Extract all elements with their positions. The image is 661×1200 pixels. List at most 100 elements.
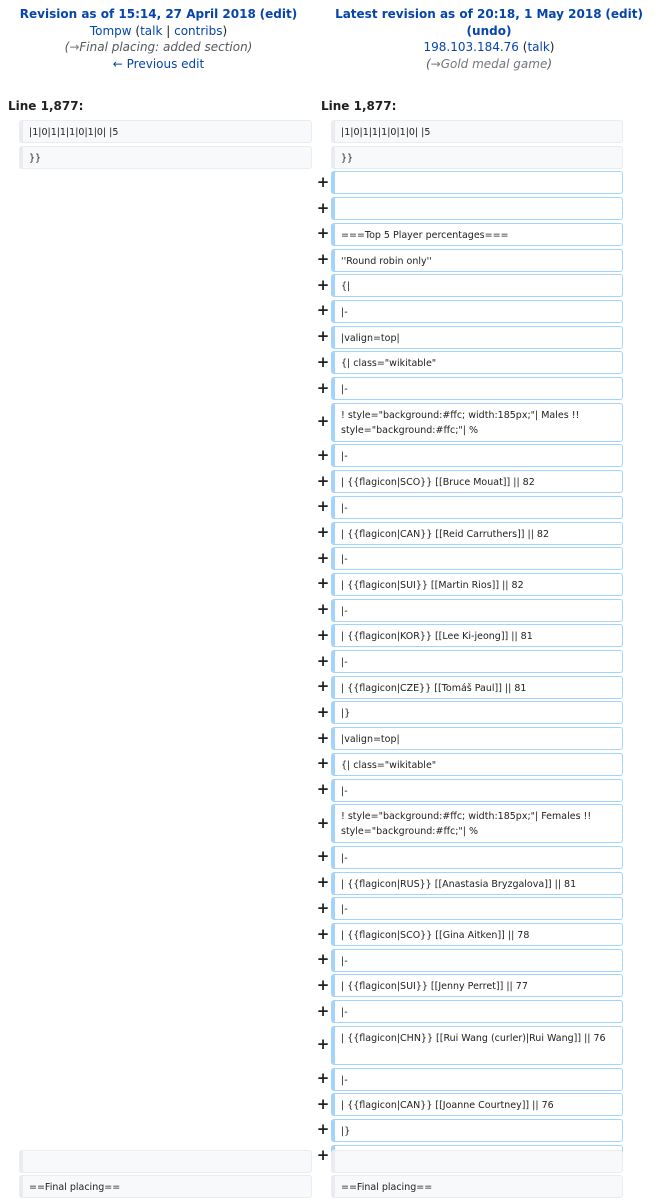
old-talk-link[interactable]: talk: [140, 24, 162, 38]
added-line-marker: +: [316, 1094, 330, 1113]
new-revision-header: Latest revision as of 20:18, 1 May 2018 …: [317, 0, 661, 90]
left-line-number: Line 1,877:: [8, 99, 84, 113]
added-line-marker: +: [316, 497, 330, 516]
old-user-link[interactable]: Tompw: [90, 24, 132, 38]
added-line-marker: +: [316, 924, 330, 943]
added-line-marker: +: [316, 1001, 330, 1020]
added-line-marker: +: [316, 471, 330, 490]
added-line-marker: +: [316, 172, 330, 191]
context-line-left: [19, 1150, 312, 1173]
added-line-marker: +: [316, 198, 330, 217]
context-line-left: ==Final placing==: [19, 1175, 312, 1198]
added-line: |-: [331, 495, 623, 519]
added-line: | {{flagicon|SUI}} [[Jenny Perret]] || 7…: [331, 974, 623, 998]
added-line: |valign=top|: [331, 727, 623, 751]
old-edit-summary: (→Final placing: added section): [64, 40, 253, 54]
added-line-marker: +: [316, 352, 330, 371]
added-line: |}: [331, 1118, 623, 1142]
added-line: |-: [331, 444, 623, 468]
added-line-marker: +: [316, 224, 330, 243]
old-summary-arrow-link[interactable]: →: [69, 40, 79, 54]
added-line-marker: +: [316, 702, 330, 721]
added-line-marker: +: [316, 754, 330, 773]
old-revision-title[interactable]: Revision as of 15:14, 27 April 2018: [20, 7, 256, 21]
added-line: {|: [331, 274, 623, 298]
added-line-marker: +: [316, 548, 330, 567]
added-line-marker: +: [316, 898, 330, 917]
added-line: | {{flagicon|SCO}} [[Gina Aitken]] || 78: [331, 923, 623, 946]
added-line-marker: +: [316, 250, 330, 268]
added-line-marker: +: [316, 600, 330, 619]
new-user-link[interactable]: 198.103.184.76: [424, 40, 519, 54]
added-line: [331, 171, 623, 195]
new-edit-link[interactable]: (edit): [605, 7, 643, 21]
added-line: |-: [331, 299, 623, 323]
added-line: |-: [331, 377, 623, 400]
added-line: | {{flagicon|CAN}} [[Joanne Courtney]] |…: [331, 1093, 623, 1117]
added-line: |-: [331, 897, 623, 921]
added-line: ! style="background:#ffc; width:185px;"|…: [331, 402, 623, 442]
old-summary-text: added section: [159, 40, 248, 54]
added-line-marker: +: [316, 1120, 330, 1139]
added-line: | {{flagicon|SCO}} [[Bruce Mouat]] || 82: [331, 470, 623, 494]
added-line-marker: +: [316, 445, 330, 464]
added-line: |-: [331, 650, 623, 673]
added-line-marker: +: [316, 847, 330, 866]
new-edit-summary: (→Gold medal game): [425, 56, 553, 71]
added-line: ! style="background:#ffc; width:185px;"|…: [331, 804, 623, 844]
added-line: |-: [331, 1067, 623, 1091]
added-line-marker: +: [316, 677, 330, 696]
added-line: |-: [331, 845, 623, 869]
added-line: |-: [331, 948, 623, 972]
context-line-right: [331, 1150, 623, 1173]
added-line: [331, 197, 623, 221]
added-line-marker: +: [316, 950, 330, 969]
added-line-marker: +: [316, 975, 330, 994]
added-line: |valign=top|: [331, 325, 623, 349]
old-revision-header: Revision as of 15:14, 27 April 2018 (edi…: [0, 0, 317, 90]
added-line-marker: +: [316, 378, 330, 397]
added-line-marker: +: [316, 574, 330, 593]
old-contribs-link[interactable]: contribs: [174, 24, 222, 38]
added-line-marker: +: [316, 1069, 330, 1087]
added-line-marker: +: [316, 780, 330, 798]
added-line: ===Top 5 Player percentages===: [331, 222, 623, 246]
previous-edit-link[interactable]: ← Previous edit: [113, 57, 204, 71]
added-line-marker: +: [316, 1146, 330, 1165]
added-line: |-: [331, 1000, 623, 1024]
added-line-marker: +: [316, 625, 330, 644]
added-line-marker: +: [316, 813, 330, 832]
context-line-right: ==Final placing==: [331, 1175, 623, 1198]
context-line-right: }}: [331, 145, 623, 169]
old-edit-link[interactable]: (edit): [260, 7, 298, 21]
context-line-left: }}: [19, 145, 312, 169]
added-line-marker: +: [316, 327, 330, 346]
added-line: {| class="wikitable": [331, 752, 623, 776]
old-summary-section: Final placing:: [79, 40, 160, 54]
old-user-tools: (talk | contribs): [135, 23, 228, 38]
new-summary-section[interactable]: Gold medal game: [441, 57, 548, 71]
added-line: | {{flagicon|KOR}} [[Lee Ki-jeong]] || 8…: [331, 624, 623, 648]
added-line: | {{flagicon|CHN}} [[Rui Wang (curler)|R…: [331, 1025, 623, 1065]
new-summary-arrow-link[interactable]: →: [431, 57, 441, 71]
diff-header: Revision as of 15:14, 27 April 2018 (edi…: [0, 0, 661, 90]
added-line: ''Round robin only'': [331, 248, 623, 272]
added-line-marker: +: [316, 275, 330, 294]
context-line-left: |1|0|1|1|1|0|1|0| |5: [19, 120, 312, 143]
added-line-marker: +: [316, 873, 330, 892]
added-line: |-: [331, 598, 623, 622]
added-line: | {{flagicon|SUI}} [[Martin Rios]] || 82: [331, 572, 623, 596]
added-line-marker: +: [316, 523, 330, 541]
added-line-marker: +: [316, 651, 330, 670]
new-revision-title[interactable]: Latest revision as of 20:18, 1 May 2018: [335, 7, 601, 21]
added-line: |-: [331, 778, 623, 802]
added-line: | {{flagicon|CAN}} [[Reid Carruthers]] |…: [331, 521, 623, 545]
context-line-right: |1|0|1|1|1|0|1|0| |5: [331, 120, 623, 143]
right-line-number: Line 1,877:: [321, 99, 397, 113]
undo-link[interactable]: (undo): [467, 24, 512, 38]
added-line: | {{flagicon|RUS}} [[Anastasia Bryzgalov…: [331, 871, 623, 895]
added-line: |-: [331, 547, 623, 571]
added-line-marker: +: [316, 1035, 330, 1054]
new-talk-link[interactable]: talk: [527, 40, 549, 54]
added-line: |}: [331, 701, 623, 725]
